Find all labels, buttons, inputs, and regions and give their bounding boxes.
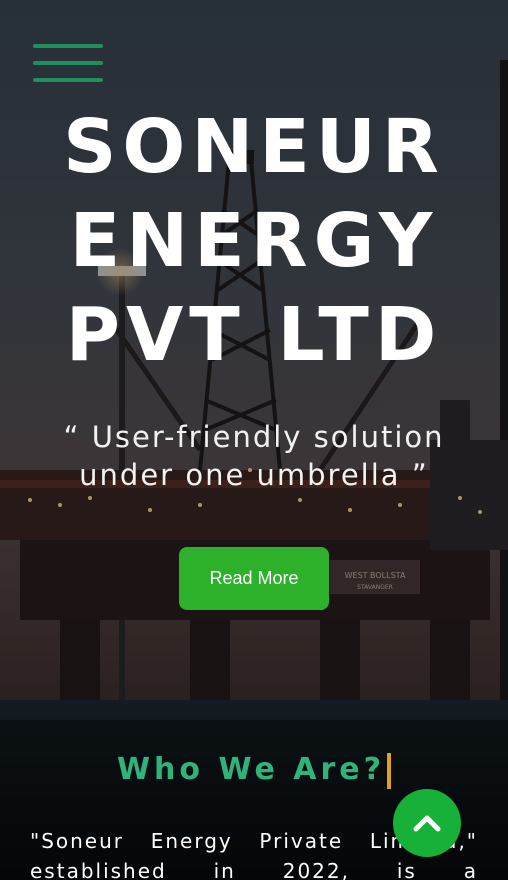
menu-bar-middle: [33, 61, 103, 65]
hero-tagline: “ User-friendly solution under one umbre…: [0, 418, 508, 494]
tagline-line-2: under one umbrella ”: [79, 458, 429, 492]
chevron-up-icon: [413, 815, 441, 832]
menu-bar-top: [33, 44, 103, 48]
hero-title: SONEUR ENERGY PVT LTD: [0, 100, 508, 382]
page: WEST BOLLSTA STAVANGER SONEUR ENERGY PVT…: [0, 0, 508, 880]
hero-title-line-3: PVT LTD: [65, 292, 443, 378]
typing-cursor: [387, 752, 392, 789]
tagline-line-1: “ User-friendly solution: [63, 420, 445, 454]
hero-title-line-2: ENERGY: [69, 198, 439, 284]
hero-title-line-1: SONEUR: [63, 104, 445, 190]
who-we-are-text: Who We Are?: [116, 752, 386, 787]
scroll-to-top-button[interactable]: [393, 789, 461, 857]
menu-bar-bottom: [33, 78, 103, 82]
who-we-are-heading: Who We Are?: [0, 752, 508, 789]
read-more-button[interactable]: Read More: [179, 547, 329, 610]
hamburger-menu-icon[interactable]: [33, 44, 103, 88]
